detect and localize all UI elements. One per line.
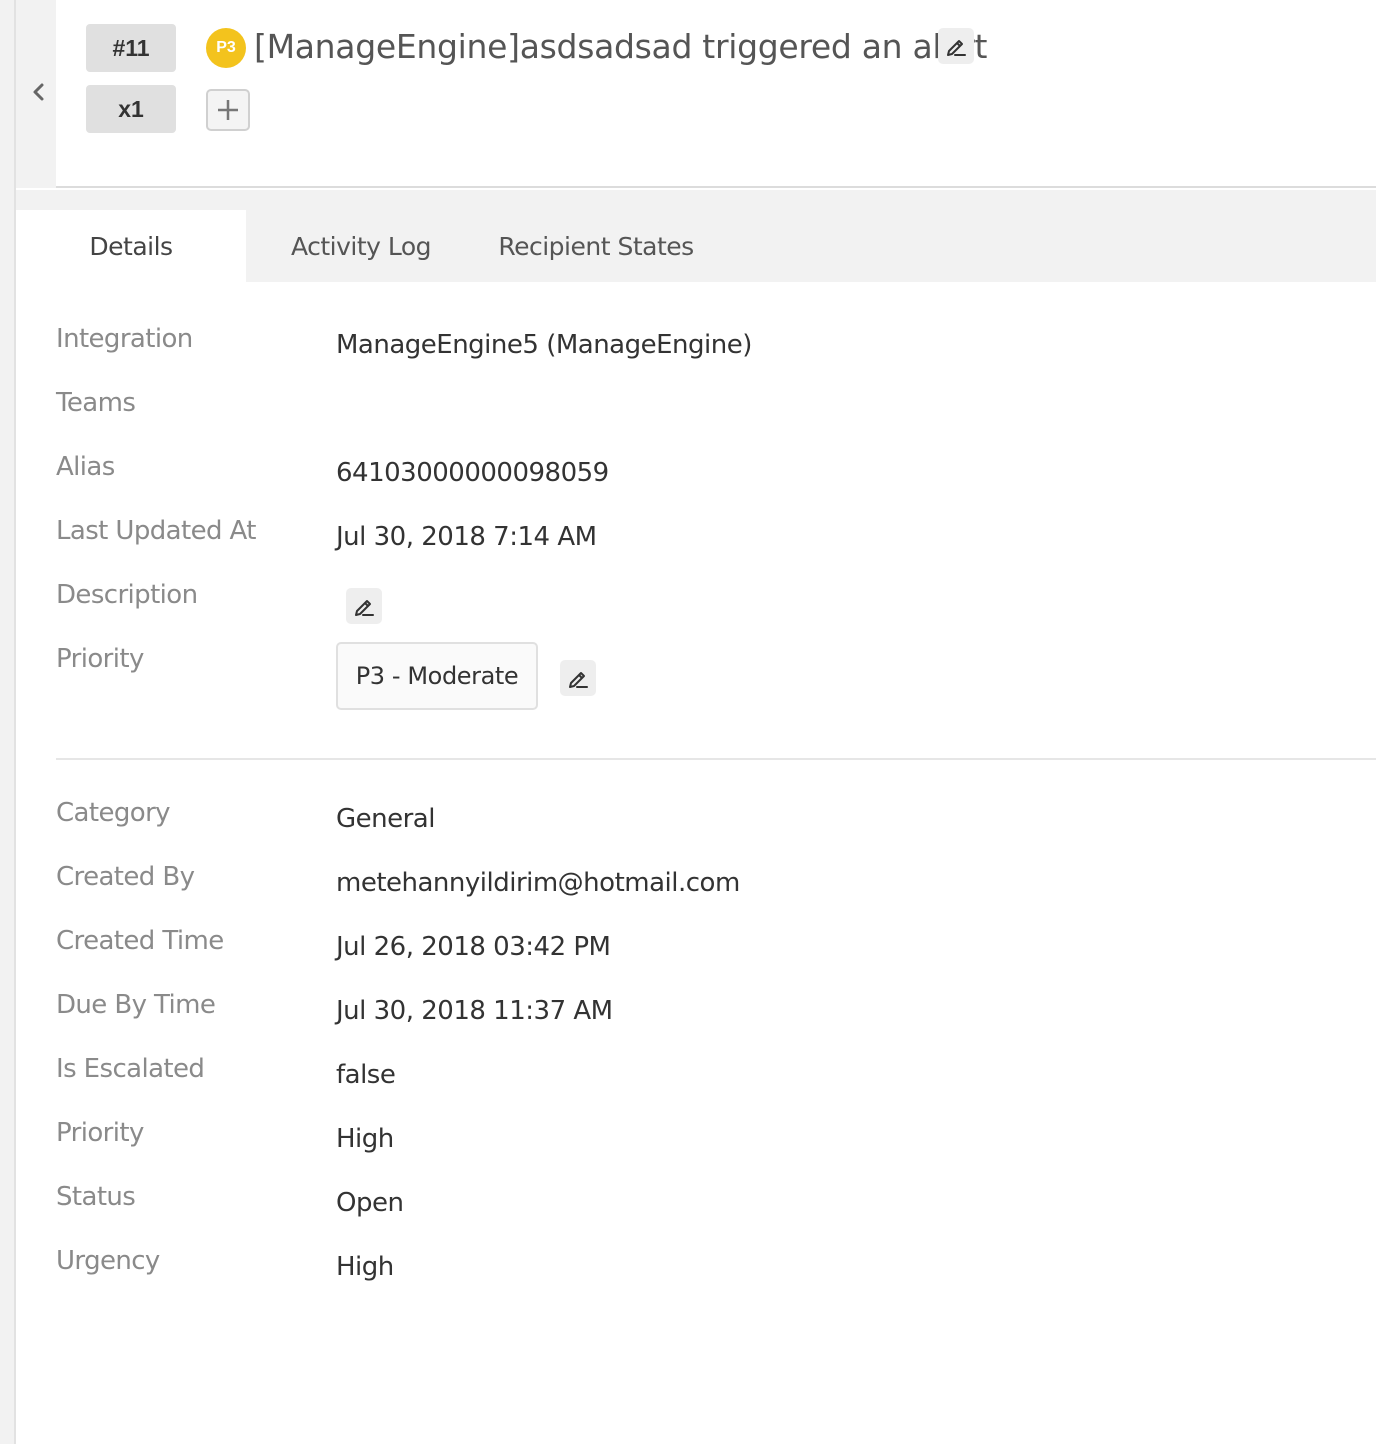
left-edge-strip (0, 0, 16, 1444)
alert-id-badge: #11 (86, 24, 176, 72)
extra-priority-label: Priority (56, 1118, 144, 1148)
detail-row-description: Description (56, 580, 1356, 620)
integration-label: Integration (56, 324, 193, 354)
detail-row-priority: Priority (56, 644, 1356, 684)
extra-row-urgency: Urgency High (56, 1246, 1356, 1286)
alias-label: Alias (56, 452, 115, 482)
extra-row-category: Category General (56, 798, 1356, 838)
pencil-icon (355, 600, 374, 616)
priority-label: Priority (56, 644, 144, 674)
extra-row-created-by: Created By metehannyildirim@hotmail.com (56, 862, 1356, 902)
created-time-label: Created Time (56, 926, 224, 956)
extra-priority-value: High (336, 1124, 394, 1154)
add-tag-button[interactable] (206, 89, 250, 131)
created-time-value: Jul 26, 2018 03:42 PM (336, 932, 611, 962)
detail-row-last-updated: Last Updated At Jul 30, 2018 7:14 AM (56, 516, 1356, 556)
is-escalated-label: Is Escalated (56, 1054, 205, 1084)
extra-row-due-by-time: Due By Time Jul 30, 2018 11:37 AM (56, 990, 1356, 1030)
edit-description-button[interactable] (346, 588, 382, 624)
extra-row-priority: Priority High (56, 1118, 1356, 1158)
chevron-left-icon[interactable] (27, 80, 51, 104)
tab-bar: Details Activity Log Recipient States (16, 190, 1376, 282)
last-updated-value: Jul 30, 2018 7:14 AM (336, 522, 597, 552)
is-escalated-value: false (336, 1060, 396, 1090)
detail-row-integration: Integration ManageEngine5 (ManageEngine) (56, 324, 1356, 364)
tab-recipient-states[interactable]: Recipient States (491, 210, 701, 282)
alias-value: 64103000000098059 (336, 458, 609, 488)
detail-row-teams: Teams (56, 388, 1356, 428)
detail-row-alias: Alias 64103000000098059 (56, 452, 1356, 492)
extra-row-created-time: Created Time Jul 26, 2018 03:42 PM (56, 926, 1356, 966)
due-by-time-label: Due By Time (56, 990, 216, 1020)
section-divider (56, 758, 1376, 760)
edit-title-button[interactable] (938, 28, 974, 64)
extra-row-is-escalated: Is Escalated false (56, 1054, 1356, 1094)
priority-badge: P3 (206, 28, 246, 68)
teams-label: Teams (56, 388, 136, 418)
created-by-label: Created By (56, 862, 195, 892)
created-by-value: metehannyildirim@hotmail.com (336, 868, 740, 898)
integration-value: ManageEngine5 (ManageEngine) (336, 330, 752, 360)
alert-header: #11 x1 P3 [ManageEngine]asdsadsad trigge… (56, 0, 1376, 188)
edit-priority-button[interactable] (560, 660, 596, 696)
priority-dropdown[interactable]: P3 - Moderate (336, 642, 538, 710)
category-value: General (336, 804, 435, 834)
pencil-icon (569, 672, 588, 688)
due-by-time-value: Jul 30, 2018 11:37 AM (336, 996, 613, 1026)
description-label: Description (56, 580, 198, 610)
pencil-icon (947, 40, 966, 56)
urgency-label: Urgency (56, 1246, 160, 1276)
tab-details[interactable]: Details (16, 210, 246, 282)
alert-count-badge: x1 (86, 85, 176, 133)
status-value: Open (336, 1188, 404, 1218)
tab-activity-log[interactable]: Activity Log (286, 210, 436, 282)
alert-title: [ManageEngine]asdsadsad triggered an ale… (254, 27, 988, 66)
extra-row-status: Status Open (56, 1182, 1356, 1222)
urgency-value: High (336, 1252, 394, 1282)
last-updated-label: Last Updated At (56, 516, 256, 546)
plus-icon (218, 100, 238, 120)
status-label: Status (56, 1182, 136, 1212)
category-label: Category (56, 798, 171, 828)
